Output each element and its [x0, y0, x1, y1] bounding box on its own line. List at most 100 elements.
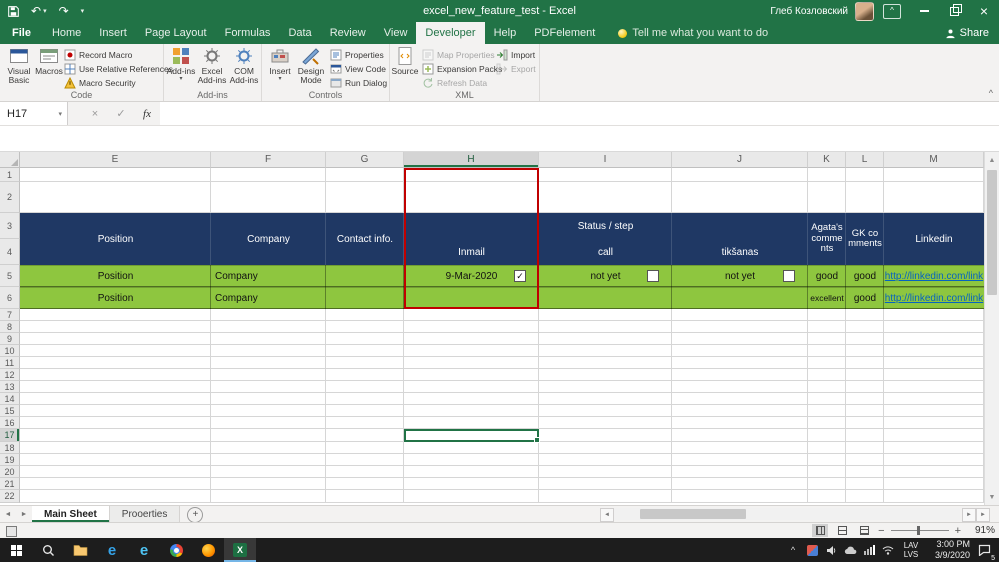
formula-bar-extension[interactable] [0, 126, 999, 152]
row-header-4[interactable]: 4 [0, 239, 20, 265]
macros-button[interactable]: Macros [36, 46, 62, 89]
tray-app-icon[interactable] [804, 538, 820, 562]
cell-M3[interactable]: Linkedin [884, 213, 984, 265]
user-name[interactable]: Глеб Козловский [770, 6, 848, 17]
cell-K6[interactable]: excellent [808, 287, 846, 309]
use-relative-references-button[interactable]: Use Relative References [64, 62, 173, 75]
cell-E5[interactable]: Position [20, 265, 211, 287]
sheet-nav-right-icon[interactable]: ► [16, 506, 32, 522]
onedrive-icon[interactable] [842, 538, 858, 562]
tab-review[interactable]: Review [321, 22, 375, 44]
checkbox-J5[interactable] [783, 270, 795, 282]
zoom-level[interactable]: 91% [967, 525, 995, 536]
addins-button[interactable]: Add-ins ▾ [166, 46, 196, 89]
record-macro-status-button[interactable] [6, 526, 17, 537]
row-header-15[interactable]: 15 [0, 405, 20, 417]
tab-view[interactable]: View [375, 22, 417, 44]
sheet-tab-main-sheet[interactable]: Main Sheet [32, 506, 110, 522]
tab-home[interactable]: Home [43, 22, 90, 44]
formula-input[interactable] [160, 102, 999, 125]
row-header-19[interactable]: 19 [0, 454, 20, 466]
firefox-button[interactable] [192, 538, 224, 562]
tab-pdfelement[interactable]: PDFelement [525, 22, 604, 44]
page-break-view-button[interactable] [856, 524, 872, 537]
cell-G3[interactable]: Contact info. [326, 213, 404, 265]
row-header-18[interactable]: 18 [0, 442, 20, 454]
share-button[interactable]: Share [945, 22, 989, 44]
save-button[interactable] [8, 6, 19, 17]
column-header-J[interactable]: J [672, 152, 808, 168]
cell-I4[interactable]: call [539, 239, 672, 265]
row-header-3[interactable]: 3 [0, 213, 20, 239]
vertical-scrollbar[interactable]: ▲ ▼ [984, 152, 999, 505]
redo-button[interactable]: ↷ [59, 5, 69, 17]
file-explorer-button[interactable] [64, 538, 96, 562]
row-header-1[interactable]: 1 [0, 168, 20, 182]
cell-F6[interactable]: Company [211, 287, 326, 309]
row-header-8[interactable]: 8 [0, 321, 20, 333]
row-header-9[interactable]: 9 [0, 333, 20, 345]
name-box-dropdown-icon[interactable]: ▾ [58, 110, 62, 118]
hscroll-right-icon[interactable]: ► [962, 508, 976, 522]
row-header-21[interactable]: 21 [0, 478, 20, 490]
column-header-H[interactable]: H [404, 152, 539, 168]
row-header-13[interactable]: 13 [0, 381, 20, 393]
ie-button[interactable]: e [128, 538, 160, 562]
tell-me-box[interactable]: Tell me what you want to do [618, 22, 768, 44]
page-layout-view-button[interactable] [834, 524, 850, 537]
column-header-I[interactable]: I [539, 152, 672, 168]
macro-security-button[interactable]: Macro Security [64, 76, 136, 89]
checkbox-I5[interactable] [647, 270, 659, 282]
horizontal-scrollbar[interactable] [614, 508, 960, 520]
row-header-2[interactable]: 2 [0, 182, 20, 213]
restore-button[interactable] [939, 0, 969, 22]
tab-formulas[interactable]: Formulas [216, 22, 280, 44]
design-mode-button[interactable]: Design Mode [296, 46, 326, 89]
zoom-slider[interactable] [891, 524, 949, 537]
properties-button[interactable]: Properties [330, 48, 384, 61]
new-sheet-button[interactable]: + [187, 507, 203, 523]
com-addins-button[interactable]: COM Add-ins [228, 46, 260, 89]
action-center-button[interactable]: 5 [973, 538, 995, 562]
cell-L6[interactable]: good [846, 287, 884, 309]
tab-help[interactable]: Help [485, 22, 526, 44]
tab-developer[interactable]: Developer [416, 22, 484, 44]
source-button[interactable]: Source [392, 46, 418, 89]
hscroll-left-icon[interactable]: ◄ [600, 508, 614, 522]
cell-F5[interactable]: Company [211, 265, 326, 287]
tab-data[interactable]: Data [279, 22, 320, 44]
row-header-7[interactable]: 7 [0, 309, 20, 321]
tab-file[interactable]: File [0, 22, 43, 44]
cell-I5[interactable]: not yet [539, 265, 672, 287]
cell-H4[interactable]: Inmail [404, 239, 539, 265]
normal-view-button[interactable] [812, 524, 828, 537]
scroll-up-icon[interactable]: ▲ [985, 153, 999, 167]
column-header-L[interactable]: L [846, 152, 884, 168]
cell-H5[interactable]: 9-Mar-2020✓ [404, 265, 539, 287]
row-header-11[interactable]: 11 [0, 357, 20, 369]
row-header-20[interactable]: 20 [0, 466, 20, 478]
cell-E6[interactable]: Position [20, 287, 211, 309]
start-button[interactable] [0, 538, 32, 562]
wifi-icon[interactable] [880, 538, 896, 562]
cell-J4[interactable]: tikšanas [672, 239, 808, 265]
tray-expand-icon[interactable]: ^ [785, 538, 801, 562]
customize-qat-button[interactable]: ▾ [81, 7, 85, 15]
zoom-in-button[interactable]: + [955, 525, 961, 537]
view-code-button[interactable]: View Code [330, 62, 386, 75]
checkbox-H5[interactable]: ✓ [514, 270, 526, 282]
scroll-down-icon[interactable]: ▼ [985, 490, 999, 504]
cell-K5[interactable]: good [808, 265, 846, 287]
language-indicator[interactable]: LAVLVS [899, 541, 923, 559]
close-button[interactable]: × [969, 0, 999, 22]
cell-J5[interactable]: not yet [672, 265, 808, 287]
import-button[interactable]: Import [496, 48, 535, 61]
tab-page-layout[interactable]: Page Layout [136, 22, 216, 44]
cell-I3[interactable]: Status / step [539, 213, 672, 239]
vertical-scroll-thumb[interactable] [987, 170, 997, 295]
cell-F3[interactable]: Company [211, 213, 326, 265]
column-header-E[interactable]: E [20, 152, 211, 168]
insert-control-button[interactable]: Insert ▾ [266, 46, 294, 89]
cell-E3[interactable]: Position [20, 213, 211, 265]
cell-M5[interactable]: http://linkedin.com/link [884, 265, 984, 287]
